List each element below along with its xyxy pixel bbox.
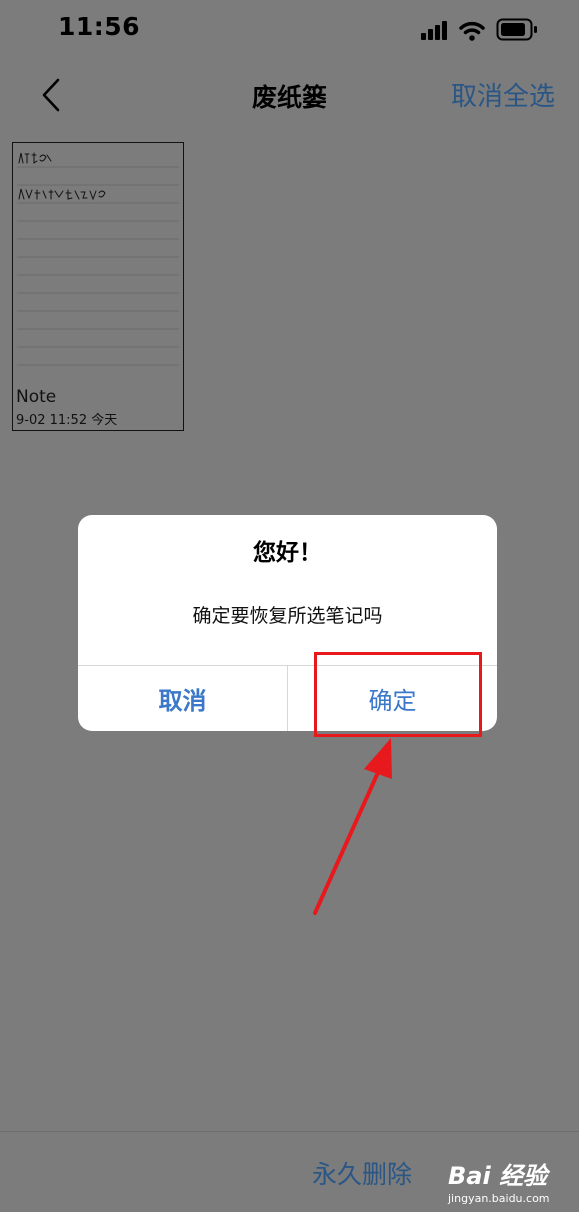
permanent-delete-button[interactable]: 永久删除	[312, 1155, 412, 1191]
status-time: 11:56	[58, 12, 141, 41]
deselect-all-button[interactable]: 取消全选	[451, 76, 555, 113]
battery-icon	[496, 18, 537, 41]
signal-icon	[421, 21, 447, 40]
cancel-button[interactable]: 取消	[78, 666, 287, 731]
annotation-highlight-box	[314, 652, 482, 737]
watermark-url: jingyan.baidu.com	[448, 1192, 550, 1205]
baidu-jingyan-watermark: Bai 经验 jingyan.baidu.com	[448, 1156, 572, 1208]
note-timestamp: 9-02 11:52 今天	[16, 413, 118, 428]
note-card[interactable]: Note 9-02 11:52 今天	[12, 142, 184, 431]
handwriting-scribble	[18, 152, 106, 201]
note-thumbnail	[17, 152, 179, 366]
wifi-icon	[459, 21, 485, 41]
bottom-toolbar-divider	[0, 1131, 579, 1132]
nav-bar: 废纸篓 取消全选	[0, 60, 579, 130]
status-bar: 11:56	[0, 0, 579, 56]
dialog-message: 确定要恢复所选笔记吗	[192, 605, 383, 627]
status-icons	[421, 18, 545, 42]
dialog-title: 您好！	[253, 540, 322, 566]
watermark-main: Bai 经验	[448, 1162, 548, 1190]
note-title: Note	[16, 387, 57, 407]
